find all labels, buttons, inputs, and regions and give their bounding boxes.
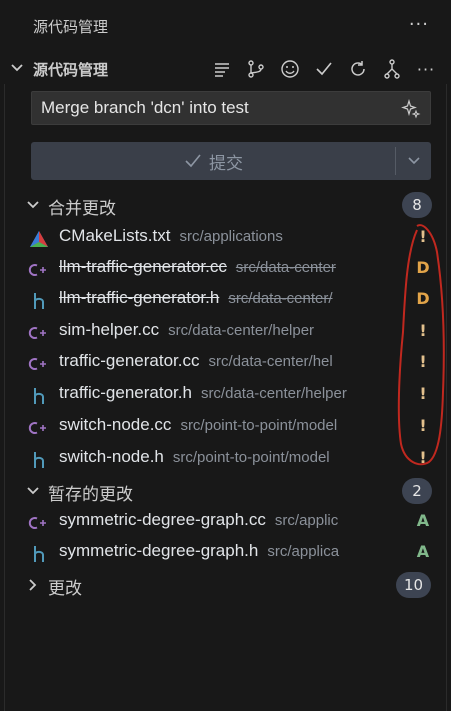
header-file-icon: [28, 544, 50, 564]
file-label: switch-node.h src/point-to-point/model: [59, 447, 330, 466]
chevron-down-icon: [27, 201, 39, 209]
commit-button-group: 提交: [31, 142, 431, 180]
chevron-down-icon: [407, 157, 420, 165]
file-label: symmetric-degree-graph.cc src/applic: [59, 510, 339, 529]
header-file-icon: [28, 450, 50, 470]
smiley-icon: [281, 60, 299, 78]
modified-status: !: [419, 352, 427, 371]
group-merge-changes[interactable]: 合并更改 8: [0, 190, 451, 220]
branch-button[interactable]: [375, 54, 409, 84]
more-actions-button[interactable]: ···: [409, 54, 443, 84]
header-file-icon: [28, 291, 50, 311]
list-icon: [215, 63, 229, 77]
group-staged-changes[interactable]: 暂存的更改 2: [0, 476, 451, 506]
added-status: A: [416, 542, 430, 561]
cpp-source-icon: [28, 354, 50, 374]
header-file-icon: [28, 386, 50, 406]
count-badge: 2: [402, 478, 432, 504]
chevron-down-icon[interactable]: [8, 59, 26, 77]
file-row-llm-traffic-generator-h[interactable]: llm-traffic-generator.h src/data-center/ …: [0, 285, 451, 315]
modified-status: !: [419, 321, 427, 340]
commit-message-text[interactable]: Merge branch 'dcn' into test: [41, 98, 249, 118]
graph-button[interactable]: [239, 54, 273, 84]
file-row-sim-helper-cc[interactable]: sim-helper.cc src/data-center/helper !: [0, 317, 451, 347]
group-changes[interactable]: 更改 10: [0, 570, 451, 600]
view-title: 源代码管理: [33, 17, 109, 36]
file-row-llm-traffic-generator-cc[interactable]: llm-traffic-generator.cc src/data-center …: [0, 254, 451, 284]
group-label: 暂存的更改: [48, 485, 133, 505]
commit-message-input[interactable]: Merge branch 'dcn' into test: [31, 91, 431, 125]
file-label: symmetric-degree-graph.h src/applica: [59, 541, 340, 560]
file-label: switch-node.cc src/point-to-point/model: [59, 415, 338, 434]
file-label: llm-traffic-generator.h src/data-center/: [59, 288, 333, 307]
file-row-traffic-generator-h[interactable]: traffic-generator.h src/data-center/helpe…: [0, 380, 451, 410]
graph-icon: [248, 60, 264, 78]
file-label: llm-traffic-generator.cc src/data-center: [59, 257, 336, 276]
scm-section-header[interactable]: 源代码管理 ···: [0, 54, 451, 84]
view-more-actions-icon[interactable]: ···: [409, 14, 429, 35]
view-as-list-button[interactable]: [205, 54, 239, 84]
scm-section-label: 源代码管理: [33, 61, 109, 79]
count-badge: 10: [396, 572, 432, 598]
commit-button-label: 提交: [209, 153, 243, 174]
commit-dropdown-button[interactable]: [396, 142, 431, 180]
added-status: A: [416, 511, 430, 530]
file-row-switch-node-cc[interactable]: switch-node.cc src/point-to-point/model !: [0, 412, 451, 442]
commit-check-button[interactable]: [307, 54, 341, 84]
count-badge: 8: [402, 192, 432, 218]
sparkle-icon[interactable]: [401, 99, 421, 119]
cpp-source-icon: [28, 323, 50, 343]
more-icon: ···: [416, 59, 436, 79]
view-title-bar: 源代码管理 ···: [0, 0, 451, 52]
refresh-icon: [351, 61, 365, 76]
scm-toolbar: ···: [205, 54, 443, 84]
group-label: 合并更改: [48, 199, 116, 219]
cpp-source-icon: [28, 260, 50, 280]
modified-status: !: [419, 416, 427, 435]
check-icon: [316, 62, 332, 76]
group-label: 更改: [48, 579, 82, 599]
deleted-status: D: [416, 258, 430, 277]
chevron-right-icon: [29, 579, 37, 591]
modified-status: !: [419, 384, 427, 403]
feedback-button[interactable]: [273, 54, 307, 84]
check-icon: [185, 154, 201, 168]
file-row-symmetric-degree-graph-cc[interactable]: symmetric-degree-graph.cc src/applic A: [0, 507, 451, 537]
cpp-source-icon: [28, 418, 50, 438]
commit-button[interactable]: 提交: [31, 142, 395, 180]
branch-icon: [384, 59, 400, 79]
cmake-icon: [28, 229, 50, 249]
modified-status: !: [419, 448, 427, 467]
file-label: traffic-generator.h src/data-center/helpe…: [59, 383, 347, 402]
refresh-button[interactable]: [341, 54, 375, 84]
file-row-cmakelists[interactable]: CMakeLists.txt src/applications !: [0, 223, 451, 253]
file-label: traffic-generator.cc src/data-center/hel: [59, 351, 333, 370]
file-row-traffic-generator-cc[interactable]: traffic-generator.cc src/data-center/hel …: [0, 348, 451, 378]
file-label: sim-helper.cc src/data-center/helper: [59, 320, 315, 339]
file-row-symmetric-degree-graph-h[interactable]: symmetric-degree-graph.h src/applica A: [0, 538, 451, 568]
chevron-down-icon: [27, 487, 39, 495]
deleted-status: D: [416, 289, 430, 308]
cpp-source-icon: [28, 513, 50, 533]
file-label: CMakeLists.txt src/applications: [59, 226, 283, 245]
file-row-switch-node-h[interactable]: switch-node.h src/point-to-point/model !: [0, 444, 451, 474]
modified-status: !: [419, 227, 427, 246]
